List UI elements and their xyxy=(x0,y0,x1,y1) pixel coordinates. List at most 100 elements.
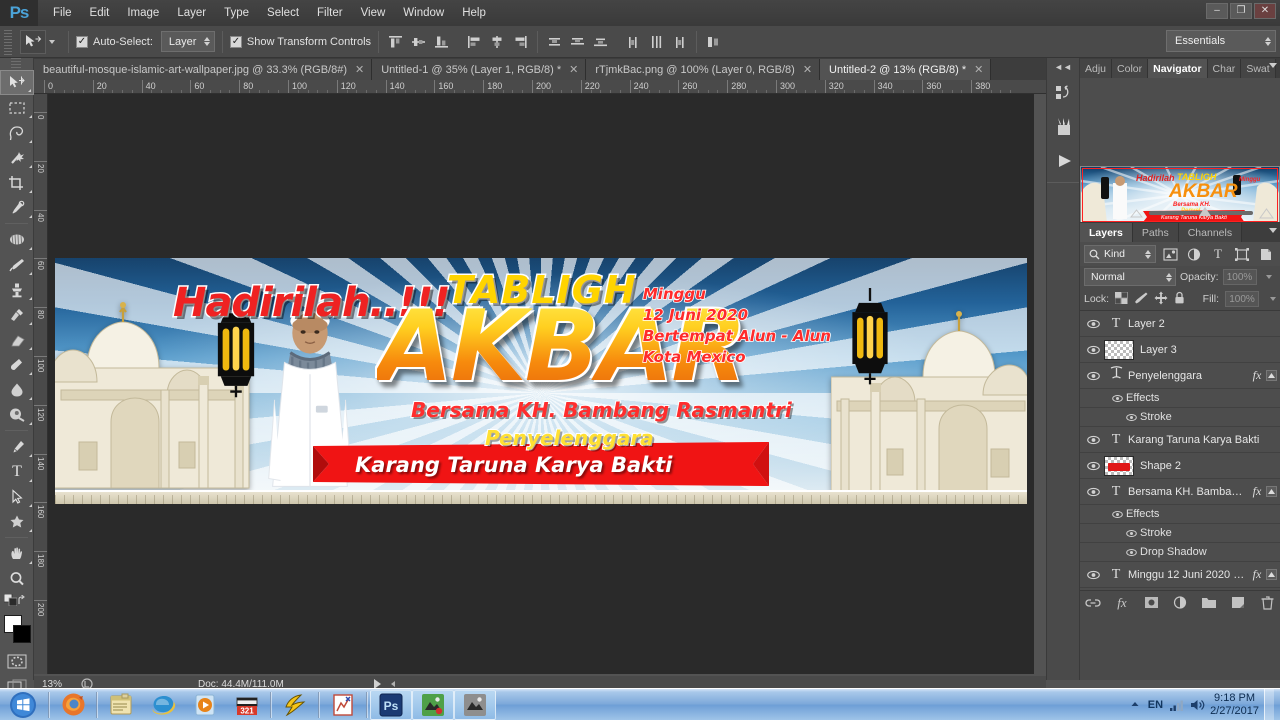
navigator-thumbnail[interactable]: Hadirilah TABLIGH AKBAR Bersama KH. Peny… xyxy=(1080,166,1280,224)
move-tool[interactable] xyxy=(0,70,34,95)
menu-filter[interactable]: Filter xyxy=(308,2,352,24)
navigator-view-box[interactable] xyxy=(1082,168,1278,222)
lock-transparent-pixels-icon[interactable] xyxy=(1114,291,1129,307)
distribute-bottom-edges-icon[interactable] xyxy=(591,32,610,51)
windows-start-icon[interactable] xyxy=(0,690,46,720)
blur-tool[interactable] xyxy=(0,377,34,402)
lock-position-icon[interactable] xyxy=(1154,291,1168,308)
minimize-button[interactable]: – xyxy=(1206,3,1228,19)
layer-effect-row[interactable]: Stroke xyxy=(1080,408,1280,427)
expand-effects-chevron-icon[interactable] xyxy=(1266,486,1277,497)
background-color-swatch[interactable] xyxy=(13,625,31,643)
document-tab-0[interactable]: beautiful-mosque-islamic-art-wallpaper.j… xyxy=(34,59,373,80)
add-layer-style-icon[interactable]: fx xyxy=(1114,595,1130,611)
layer-style-fx-icon[interactable]: fx xyxy=(1248,484,1266,499)
align-vertical-centers-icon[interactable] xyxy=(409,32,428,51)
menu-window[interactable]: Window xyxy=(394,2,453,24)
layer-effect-row[interactable]: Drop Shadow xyxy=(1080,543,1280,562)
menu-view[interactable]: View xyxy=(352,2,395,24)
auto-align-layers-icon[interactable] xyxy=(704,32,723,51)
network-icon[interactable] xyxy=(1168,697,1184,713)
image-viewer-icon[interactable] xyxy=(412,689,454,720)
close-icon[interactable]: ✕ xyxy=(803,64,812,75)
type-filter-icon[interactable]: T xyxy=(1208,245,1228,263)
close-button[interactable]: ✕ xyxy=(1254,3,1276,19)
firefox-icon[interactable] xyxy=(52,690,94,720)
status-collapse-icon[interactable] xyxy=(390,681,395,687)
layer-row[interactable]: Shape 2 xyxy=(1080,453,1280,479)
show-desktop-button[interactable] xyxy=(1264,689,1274,720)
auto-select-checkbox[interactable]: ✓ xyxy=(76,35,88,48)
align-top-edges-icon[interactable] xyxy=(386,32,405,51)
close-icon[interactable]: ✕ xyxy=(569,64,578,75)
new-adjustment-layer-icon[interactable] xyxy=(1172,595,1188,611)
collapse-panels-icon[interactable]: ◄◄ xyxy=(1047,58,1079,76)
layer-row[interactable]: T Karang Taruna Karya Bakti xyxy=(1080,427,1280,453)
show-hidden-icons-icon[interactable] xyxy=(1127,697,1143,713)
delete-layer-icon[interactable] xyxy=(1259,595,1275,611)
layer-effect-row[interactable]: Effects xyxy=(1080,389,1280,408)
fill-chevron-icon[interactable] xyxy=(1270,297,1276,301)
layer-row[interactable]: Penyelenggara fx xyxy=(1080,363,1280,389)
history-brush-tool[interactable] xyxy=(0,302,34,327)
document-tab-1[interactable]: Untitled-1 @ 35% (Layer 1, RGB/8) * ✕ xyxy=(372,59,587,80)
new-group-icon[interactable] xyxy=(1201,595,1217,611)
blend-mode-dropdown[interactable]: Normal xyxy=(1084,268,1176,286)
brush-tool[interactable] xyxy=(0,252,34,277)
spot-healing-brush-tool[interactable] xyxy=(0,227,34,252)
layers-panel-menu-icon[interactable] xyxy=(1269,228,1277,233)
layer-effect-row[interactable]: Stroke xyxy=(1080,524,1280,543)
tab-channels[interactable]: Channels xyxy=(1178,223,1243,242)
play-action-icon[interactable] xyxy=(1047,144,1081,178)
panel-menu-icon[interactable] xyxy=(1269,63,1277,68)
layer-visibility-eye-icon[interactable] xyxy=(1082,319,1104,329)
menu-help[interactable]: Help xyxy=(453,2,495,24)
menu-layer[interactable]: Layer xyxy=(168,2,215,24)
close-icon[interactable]: ✕ xyxy=(355,64,364,75)
pixel-filter-icon[interactable] xyxy=(1160,245,1180,263)
tool-preset-chevron-down-icon[interactable] xyxy=(49,39,55,44)
layer-row[interactable]: T Layer 2 xyxy=(1080,311,1280,337)
document-tab-3[interactable]: Untitled-2 @ 13% (RGB/8) * ✕ xyxy=(820,59,992,80)
effect-visibility-eye-icon[interactable] xyxy=(1122,413,1140,422)
align-left-edges-icon[interactable] xyxy=(465,32,484,51)
horizontal-ruler[interactable]: 0 20 40 60 80 100 120 140 160 180 200 220 240 260 280 3… xyxy=(34,80,1046,94)
opacity-value[interactable]: 100% xyxy=(1222,269,1257,285)
notepad-icon[interactable] xyxy=(100,690,142,720)
effect-visibility-eye-icon[interactable] xyxy=(1108,394,1126,403)
tab-navigator[interactable]: Navigator xyxy=(1148,59,1208,78)
quick-selection-tool[interactable] xyxy=(0,145,34,170)
eraser-tool[interactable] xyxy=(0,327,34,352)
volume-icon[interactable] xyxy=(1189,697,1205,713)
history-panel-icon[interactable] xyxy=(1047,76,1081,110)
effect-visibility-eye-icon[interactable] xyxy=(1108,510,1126,519)
horizontal-type-tool[interactable]: T xyxy=(0,459,34,484)
crop-tool[interactable] xyxy=(0,170,34,195)
add-layer-mask-icon[interactable] xyxy=(1143,595,1159,611)
dodge-tool[interactable] xyxy=(0,402,34,427)
vertical-ruler[interactable]: 0 20 40 60 80 100 120 140 160 180 200 xyxy=(34,94,48,674)
layer-visibility-eye-icon[interactable] xyxy=(1082,435,1104,445)
shape-filter-icon[interactable] xyxy=(1232,245,1252,263)
layer-style-fx-icon[interactable]: fx xyxy=(1248,368,1266,383)
layer-visibility-eye-icon[interactable] xyxy=(1082,461,1104,471)
lock-all-icon[interactable] xyxy=(1174,291,1185,307)
align-horizontal-centers-icon[interactable] xyxy=(488,32,507,51)
layer-row[interactable]: T Bersama KH. Bambang ... fx xyxy=(1080,479,1280,505)
quick-mask-icon[interactable] xyxy=(0,649,34,674)
menu-type[interactable]: Type xyxy=(215,2,258,24)
pen-tool[interactable] xyxy=(0,434,34,459)
move-tool-icon[interactable] xyxy=(20,29,46,54)
lasso-tool[interactable] xyxy=(0,120,34,145)
layer-effect-row[interactable]: Effects xyxy=(1080,588,1280,590)
layer-visibility-eye-icon[interactable] xyxy=(1082,570,1104,580)
swap-colors-icon[interactable] xyxy=(17,594,29,606)
tool-presets-icon[interactable] xyxy=(1047,110,1081,144)
layer-filter-kind-dropdown[interactable]: Kind xyxy=(1084,245,1156,263)
excel-chart-icon[interactable] xyxy=(322,690,364,720)
path-selection-tool[interactable] xyxy=(0,484,34,509)
layer-style-fx-icon[interactable]: fx xyxy=(1248,567,1266,582)
clock[interactable]: 9:18 PM 2/27/2017 xyxy=(1210,692,1259,718)
tab-layers[interactable]: Layers xyxy=(1080,223,1133,242)
document-tab-2[interactable]: rTjmkBac.png @ 100% (Layer 0, RGB/8) ✕ xyxy=(586,59,821,80)
